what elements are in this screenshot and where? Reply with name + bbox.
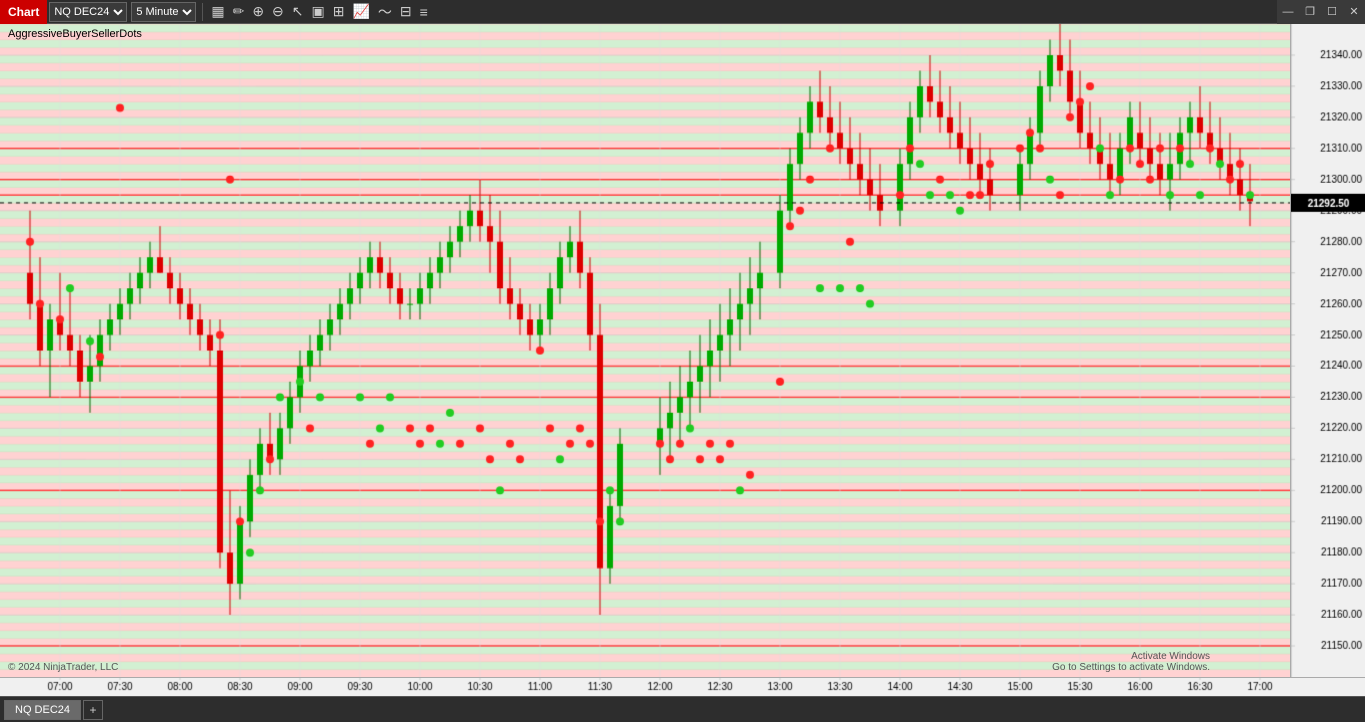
timeframe-selector[interactable]: 5 Minute — [131, 2, 196, 22]
window-controls: — ❐ ☐ ✕ — [1277, 0, 1365, 24]
instrument-selector[interactable]: NQ DEC24 — [49, 2, 127, 22]
chart-canvas-area[interactable]: AggressiveBuyerSellerDots © 2024 NinjaTr… — [0, 24, 1290, 677]
maximize-button[interactable]: ☐ — [1321, 0, 1343, 24]
chart-canvas[interactable] — [0, 24, 1290, 677]
zoom-out-button[interactable]: ⊖ — [268, 1, 288, 23]
price-axis-canvas — [1291, 24, 1365, 677]
indicator-button[interactable]: 📈 — [348, 1, 373, 23]
tab-bar: NQ DEC24 + — [0, 696, 1365, 722]
performance-button[interactable]: ⊟ — [396, 1, 416, 23]
list-button[interactable]: ≡ — [416, 1, 432, 23]
time-axis — [0, 677, 1365, 696]
minimize-button[interactable]: — — [1277, 0, 1299, 24]
properties-button[interactable]: ⊞ — [329, 1, 349, 23]
activate-windows-label: Activate WindowsGo to Settings to activa… — [1052, 651, 1210, 673]
zoom-in-button[interactable]: ⊕ — [248, 1, 268, 23]
chart-main: AggressiveBuyerSellerDots © 2024 NinjaTr… — [0, 24, 1365, 677]
add-tab-button[interactable]: + — [83, 700, 103, 720]
pointer-button[interactable]: ↖ — [288, 1, 308, 23]
bar-chart-button[interactable]: ▦ — [207, 1, 228, 23]
close-button[interactable]: ✕ — [1343, 0, 1365, 24]
indicator-label: AggressiveBuyerSellerDots — [8, 28, 142, 40]
chart-wrapper: AggressiveBuyerSellerDots © 2024 NinjaTr… — [0, 24, 1365, 696]
draw-button[interactable]: ✏ — [229, 1, 249, 23]
restore-button[interactable]: ❐ — [1299, 0, 1321, 24]
chart-menu-label[interactable]: Chart — [0, 0, 47, 24]
template-button[interactable]: ▣ — [308, 1, 329, 23]
tab-nq-dec24[interactable]: NQ DEC24 — [4, 700, 81, 720]
copyright-label: © 2024 NinjaTrader, LLC — [8, 662, 118, 673]
toolbar-separator-1 — [202, 3, 203, 21]
titlebar: Chart NQ DEC24 5 Minute ▦ ✏ ⊕ ⊖ ↖ ▣ ⊞ 📈 … — [0, 0, 1365, 24]
price-axis — [1290, 24, 1365, 677]
strategy-button[interactable]: 〜 — [374, 1, 396, 23]
x-axis-canvas — [0, 677, 1290, 696]
